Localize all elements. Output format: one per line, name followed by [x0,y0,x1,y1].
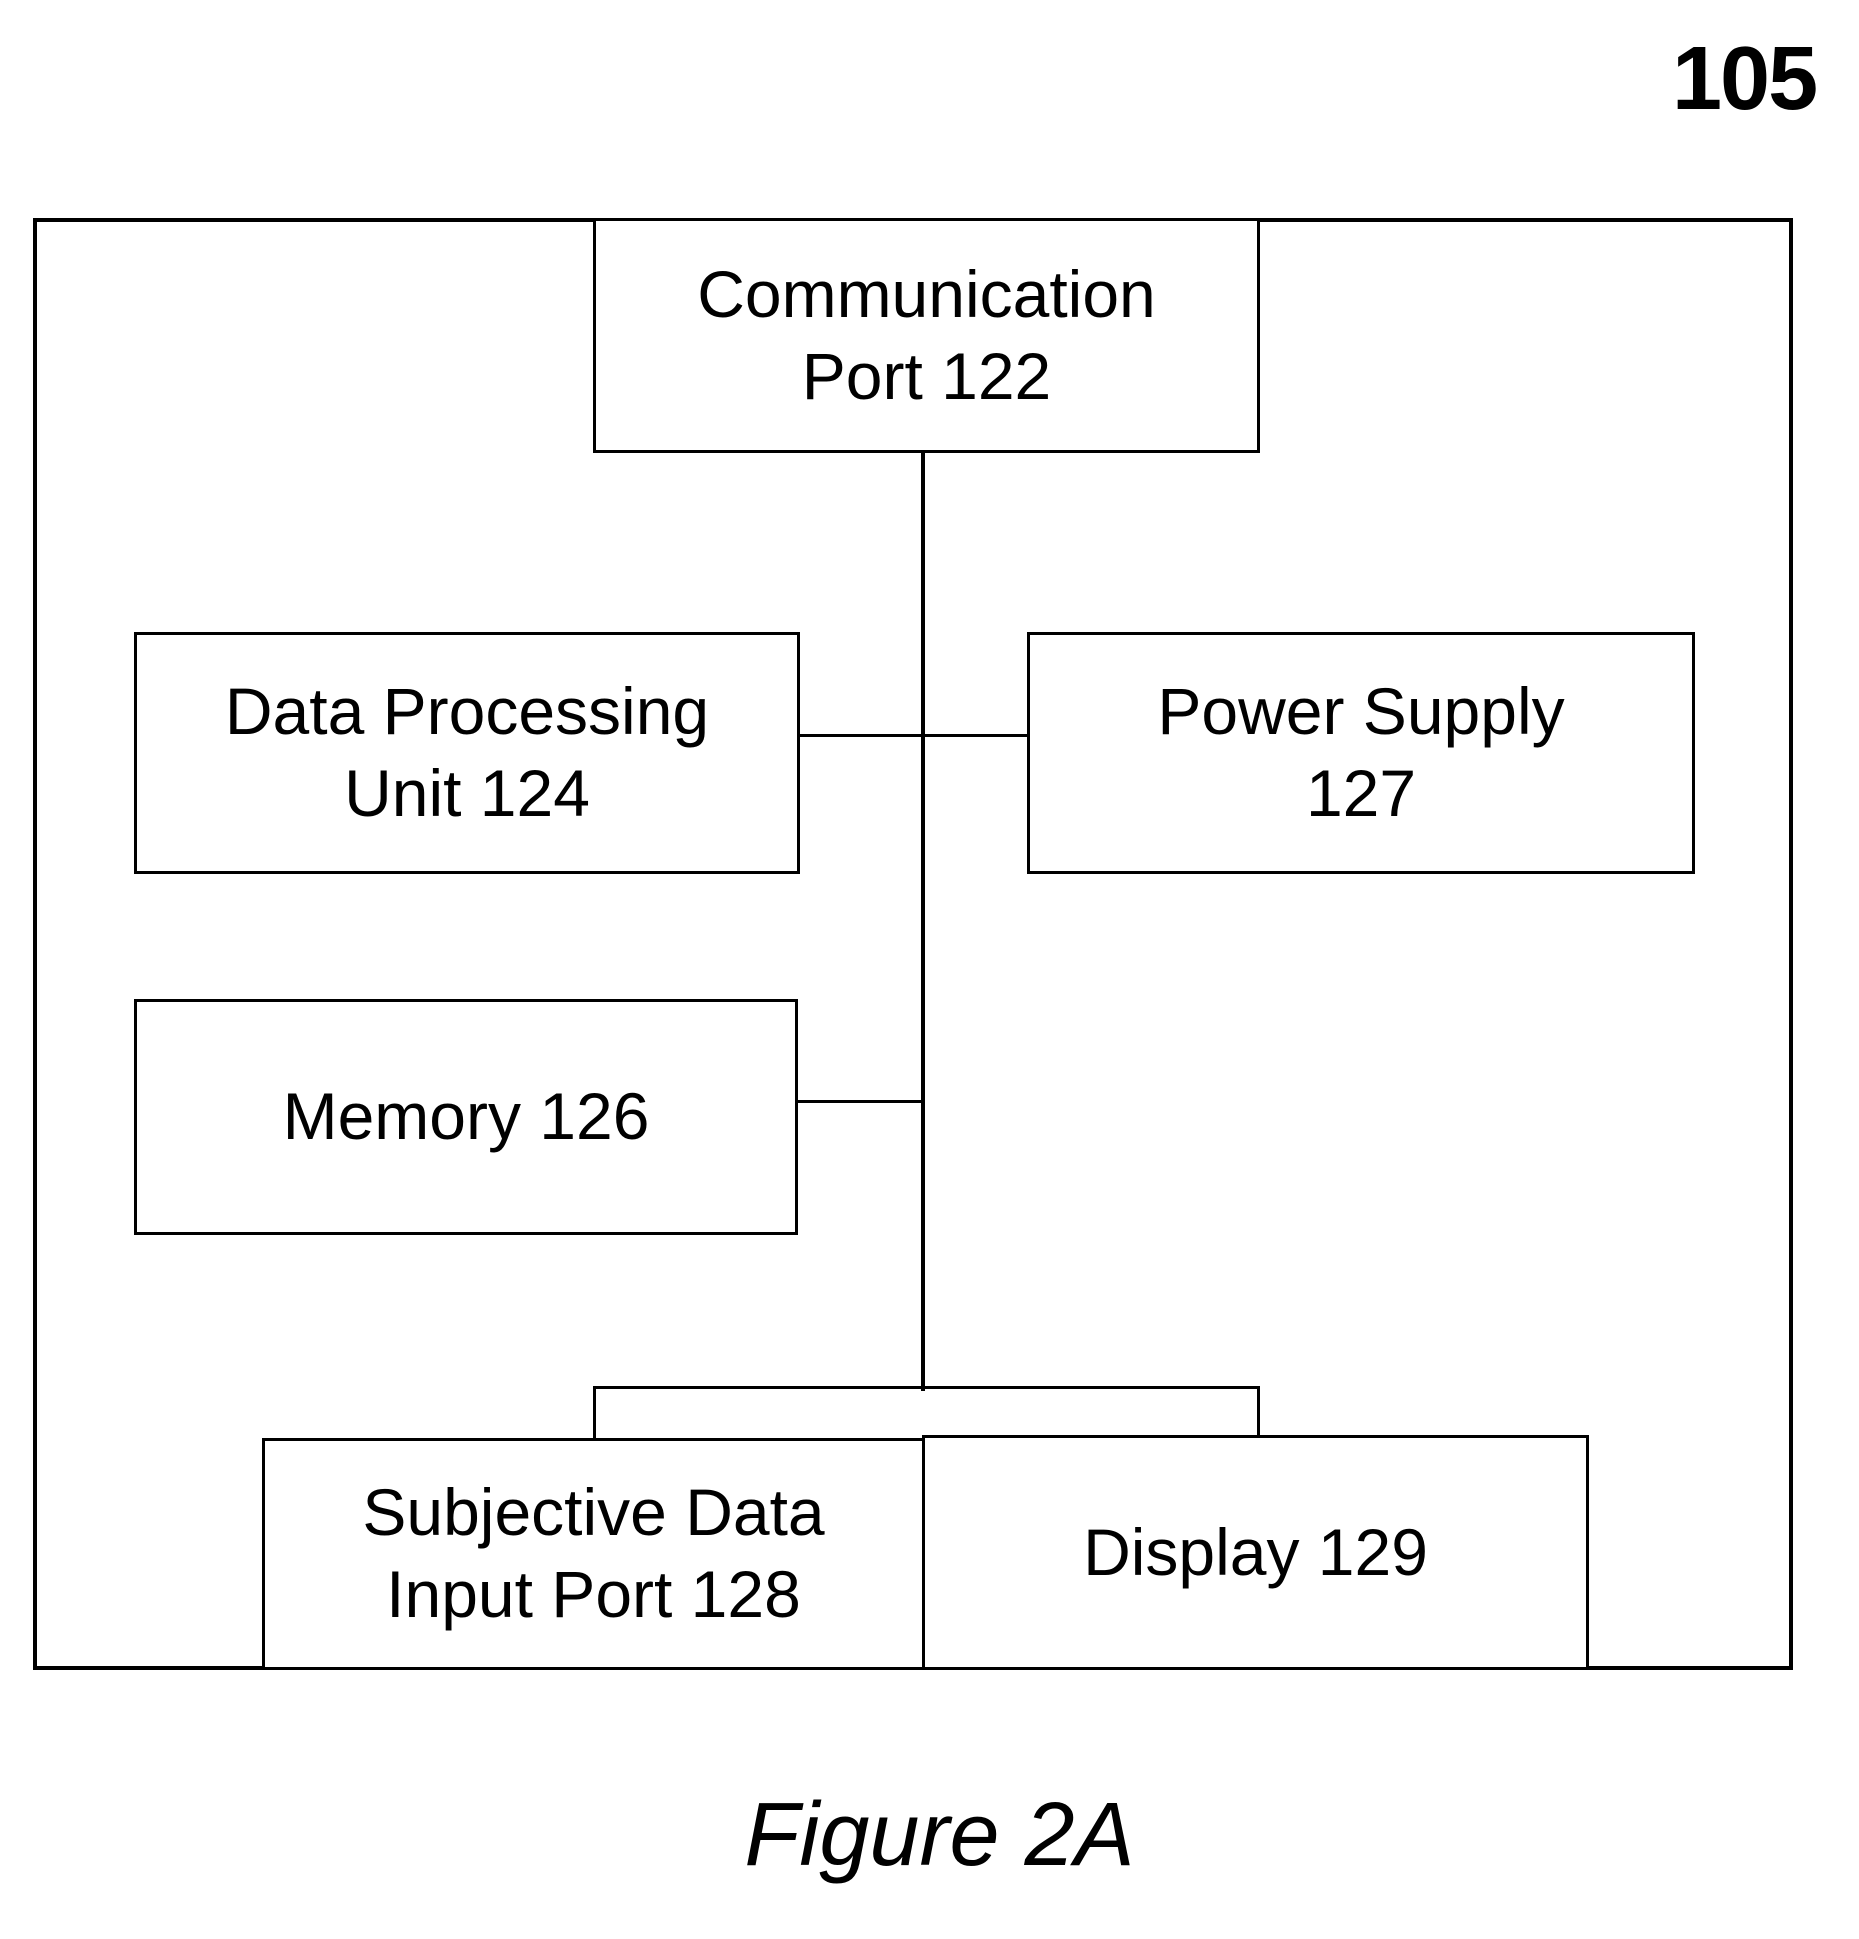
display-block: Display 129 [922,1435,1589,1670]
bottom-bracket-connector [593,1386,1260,1438]
data-processing-unit-block: Data Processing Unit 124 [134,632,800,874]
figure-caption: Figure 2A [744,1785,1135,1885]
power-supply-label: Power Supply 127 [1157,674,1565,830]
subjective-data-input-port-label: Subjective Data Input Port 128 [362,1475,825,1631]
memory-label: Memory 126 [282,1079,650,1154]
connector-power-supply [921,734,1029,737]
connector-memory [796,1100,925,1103]
memory-block: Memory 126 [134,999,798,1235]
data-processing-unit-label: Data Processing Unit 124 [224,674,710,830]
subjective-data-input-port-block: Subjective Data Input Port 128 [262,1438,925,1670]
display-label: Display 129 [1083,1514,1428,1589]
connector-data-processing [797,734,925,737]
communication-port-block: Communication Port 122 [593,218,1260,453]
power-supply-block: Power Supply 127 [1027,632,1695,874]
main-bus-line [921,451,925,1391]
device-reference-number: 105 [1672,29,1818,129]
communication-port-label: Communication Port 122 [697,256,1156,413]
